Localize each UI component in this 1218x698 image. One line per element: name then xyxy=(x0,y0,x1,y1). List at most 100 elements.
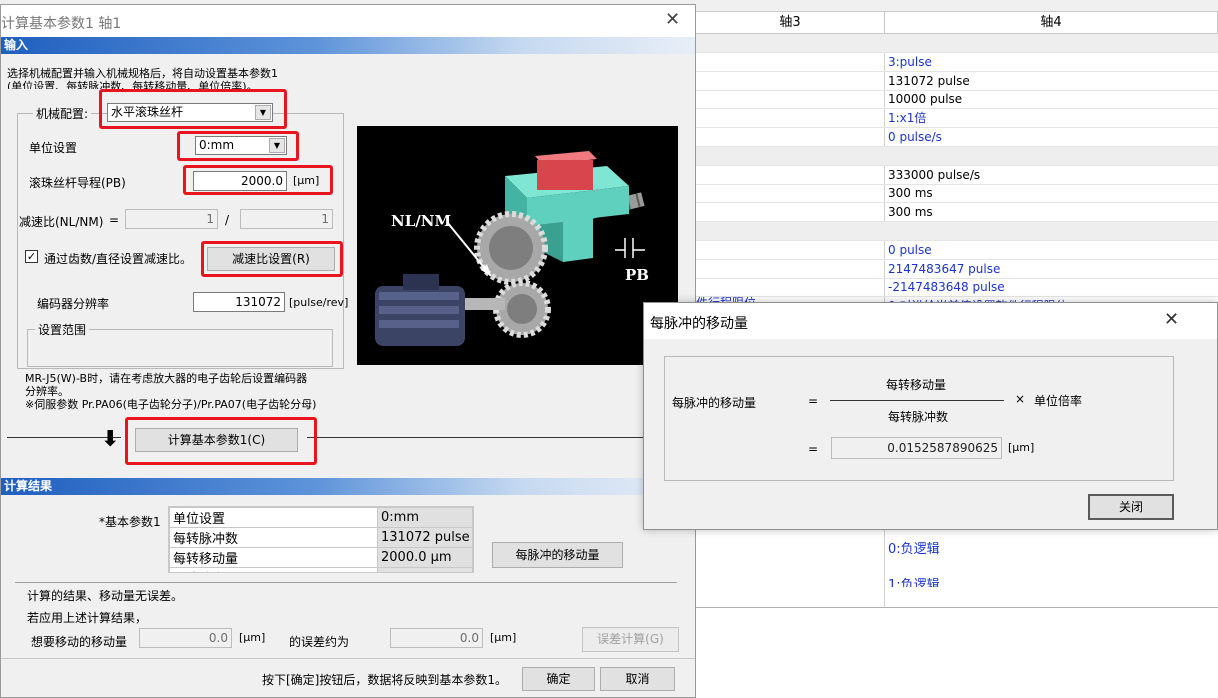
axis4-value-logic-2[interactable]: 1:负逻辑 xyxy=(886,573,940,587)
result-key: 单位倍率 xyxy=(169,567,378,572)
result-row: 每转脉冲数 131072 pulse xyxy=(169,527,473,548)
grid-bottom-border xyxy=(696,607,1218,608)
result-row: 单位设置 0:mm xyxy=(169,507,473,528)
calc-basic-param-dialog: 计算基本参数1 轴1 ✕ 输入 选择机械配置并输入机械规格后，将自动设置基本参数… xyxy=(0,4,696,698)
result-value: 1:x1倍 xyxy=(377,567,473,572)
reduction-ratio-slash: / xyxy=(225,213,230,227)
footer-divider xyxy=(1,658,695,659)
formula-times: × xyxy=(1015,392,1026,406)
grid-row xyxy=(696,241,1218,260)
error-label: 的误差约为 xyxy=(289,635,350,649)
axis4-value[interactable]: -2147483648 pulse xyxy=(886,278,1005,297)
formula-denominator: 每转脉冲数 xyxy=(888,410,949,424)
encoder-resolution-unit: [pulse/rev] xyxy=(289,296,349,309)
main-titlebar[interactable]: 计算基本参数1 轴1 ✕ xyxy=(1,5,695,37)
grid-group-row xyxy=(696,34,1218,53)
error-output: 0.0 xyxy=(390,628,483,648)
close-icon[interactable]: ✕ xyxy=(665,9,680,30)
error-unit: [µm] xyxy=(490,631,517,644)
axis4-value[interactable]: 10000 pulse xyxy=(886,90,962,109)
ballscrew-diagram-svg: NL/NM PB xyxy=(375,151,649,346)
axis4-value[interactable]: 1:x1倍 xyxy=(886,109,926,128)
error-calc-button[interactable]: 误差计算(G) xyxy=(582,627,679,652)
grid-row xyxy=(696,184,1218,204)
ballscrew-diagram: NL/NM PB xyxy=(357,126,678,365)
reduction-ratio-label: 减速比(NL/NM) xyxy=(19,215,104,229)
axis4-value[interactable]: 0 pulse/s xyxy=(886,128,942,147)
note-line-3: ※伺服参数 Pr.PA06(电子齿轮分子)/Pr.PA07(电子齿轮分母) xyxy=(25,398,317,411)
column-header-axis4[interactable]: 轴4 xyxy=(885,12,1218,34)
result-table-viewport[interactable]: 单位设置0:mm每转脉冲数131072 pulse每转移动量2000.0 µm单… xyxy=(168,506,474,573)
axis4-value[interactable]: 3:pulse xyxy=(886,53,932,72)
encoder-resolution-label: 编码器分辨率 xyxy=(37,297,110,311)
formula-lhs-label: 每脉冲的移动量 xyxy=(672,396,757,410)
result-row: 单位倍率1:x1倍 xyxy=(169,567,473,572)
highlight-unit-setting xyxy=(177,131,299,161)
setting-range-label: 设置范围 xyxy=(35,321,90,338)
grid-row xyxy=(696,109,1218,129)
unit-setting-label: 单位设置 xyxy=(29,141,78,155)
reduction-ratio-denominator: 1 xyxy=(240,209,333,229)
fraction-bar xyxy=(830,400,1004,401)
close-icon[interactable]: ✕ xyxy=(1164,309,1179,330)
result-section-header: 计算结果 xyxy=(1,478,695,495)
result-key: 单位设置 xyxy=(169,507,378,528)
grid-row xyxy=(696,128,1218,147)
diagram-pb-label: PB xyxy=(625,266,649,284)
result-key: 每转移动量 xyxy=(169,547,378,568)
encoder-resolution-input[interactable]: 131072 xyxy=(193,292,285,312)
axis4-value[interactable]: 300 ms xyxy=(886,203,933,222)
axis4-value[interactable]: 333000 pulse/s xyxy=(886,166,980,185)
result-key: 每转脉冲数 xyxy=(169,527,378,548)
axis4-value[interactable]: 0 pulse xyxy=(886,241,932,260)
result-value: 0:mm xyxy=(377,507,473,528)
highlight-calc-button xyxy=(125,417,317,465)
instruction-line-2: (单位设置、每转脉冲数、每转移动量、单位倍率)。 xyxy=(7,80,258,89)
gear-ratio-checkbox-label[interactable]: 通过齿数/直径设置减速比。 xyxy=(44,250,192,267)
footer-text: 按下[确定]按钮后，数据将反映到基本参数1。 xyxy=(262,673,507,687)
sub-titlebar[interactable]: 每脉冲的移动量 ✕ xyxy=(644,303,1217,339)
formula-multiplier: 单位倍率 xyxy=(1034,394,1083,408)
highlight-ratio-button xyxy=(201,241,343,277)
result-table: 单位设置0:mm每转脉冲数131072 pulse每转移动量2000.0 µm单… xyxy=(169,507,473,572)
axis4-value-logic[interactable]: 0:负逻辑 xyxy=(886,540,940,559)
move-per-pulse-dialog: 每脉冲的移动量 ✕ 每脉冲的移动量 = 每转移动量 每转脉冲数 × 单位倍率 =… xyxy=(643,302,1218,530)
formula-equals-2: = xyxy=(808,442,819,456)
mech-config-label: 机械配置: xyxy=(33,105,92,122)
move-per-pulse-unit: [µm] xyxy=(1008,441,1035,454)
result-value: 131072 pulse xyxy=(377,527,473,548)
axis4-value[interactable]: 300 ms xyxy=(886,184,933,203)
main-dialog-title: 计算基本参数1 轴1 xyxy=(1,16,122,32)
formula-numerator: 每转移动量 xyxy=(886,378,947,392)
result-value: 2000.0 µm xyxy=(377,547,473,568)
ok-button[interactable]: 确定 xyxy=(522,667,595,691)
desired-move-label: 想要移动的移动量 xyxy=(31,635,128,649)
down-arrow-icon: ⬇ xyxy=(101,427,120,452)
gear-ratio-checkbox[interactable]: ✓ xyxy=(25,250,38,263)
desired-move-input: 0.0 xyxy=(139,628,232,648)
close-button[interactable]: 关闭 xyxy=(1088,494,1174,520)
basic-param-label: *基本参数1 xyxy=(99,515,161,529)
result-row: 每转移动量 2000.0 µm xyxy=(169,547,473,568)
highlight-ballscrew-lead xyxy=(183,165,333,195)
move-per-pulse-button[interactable]: 每脉冲的移动量 xyxy=(492,542,623,568)
result-divider xyxy=(15,582,677,583)
axis4-value[interactable]: 131072 pulse xyxy=(886,72,970,91)
cancel-button[interactable]: 取消 xyxy=(600,667,675,691)
highlight-mech-config xyxy=(99,89,287,129)
grid-group-row xyxy=(696,222,1218,241)
ballscrew-lead-label: 滚珠丝杆导程(PB) xyxy=(29,176,126,190)
move-per-pulse-result: 0.0152587890625 xyxy=(831,437,1002,459)
grid-group-row xyxy=(696,146,1218,166)
axis4-value[interactable]: 2147483647 pulse xyxy=(886,260,1000,279)
grid-row xyxy=(696,53,1218,72)
reduction-ratio-equals: = xyxy=(109,213,120,227)
apply-text: 若应用上述计算结果， xyxy=(27,611,148,625)
column-header-axis3[interactable]: 轴3 xyxy=(696,12,885,34)
formula-equals-1: = xyxy=(808,394,819,408)
desired-move-unit: [µm] xyxy=(239,631,266,644)
grid-row xyxy=(696,203,1218,223)
sub-dialog-title: 每脉冲的移动量 xyxy=(650,316,748,332)
no-error-text: 计算的结果、移动量无误差。 xyxy=(27,589,184,603)
diagram-nlnm-label: NL/NM xyxy=(391,212,451,230)
